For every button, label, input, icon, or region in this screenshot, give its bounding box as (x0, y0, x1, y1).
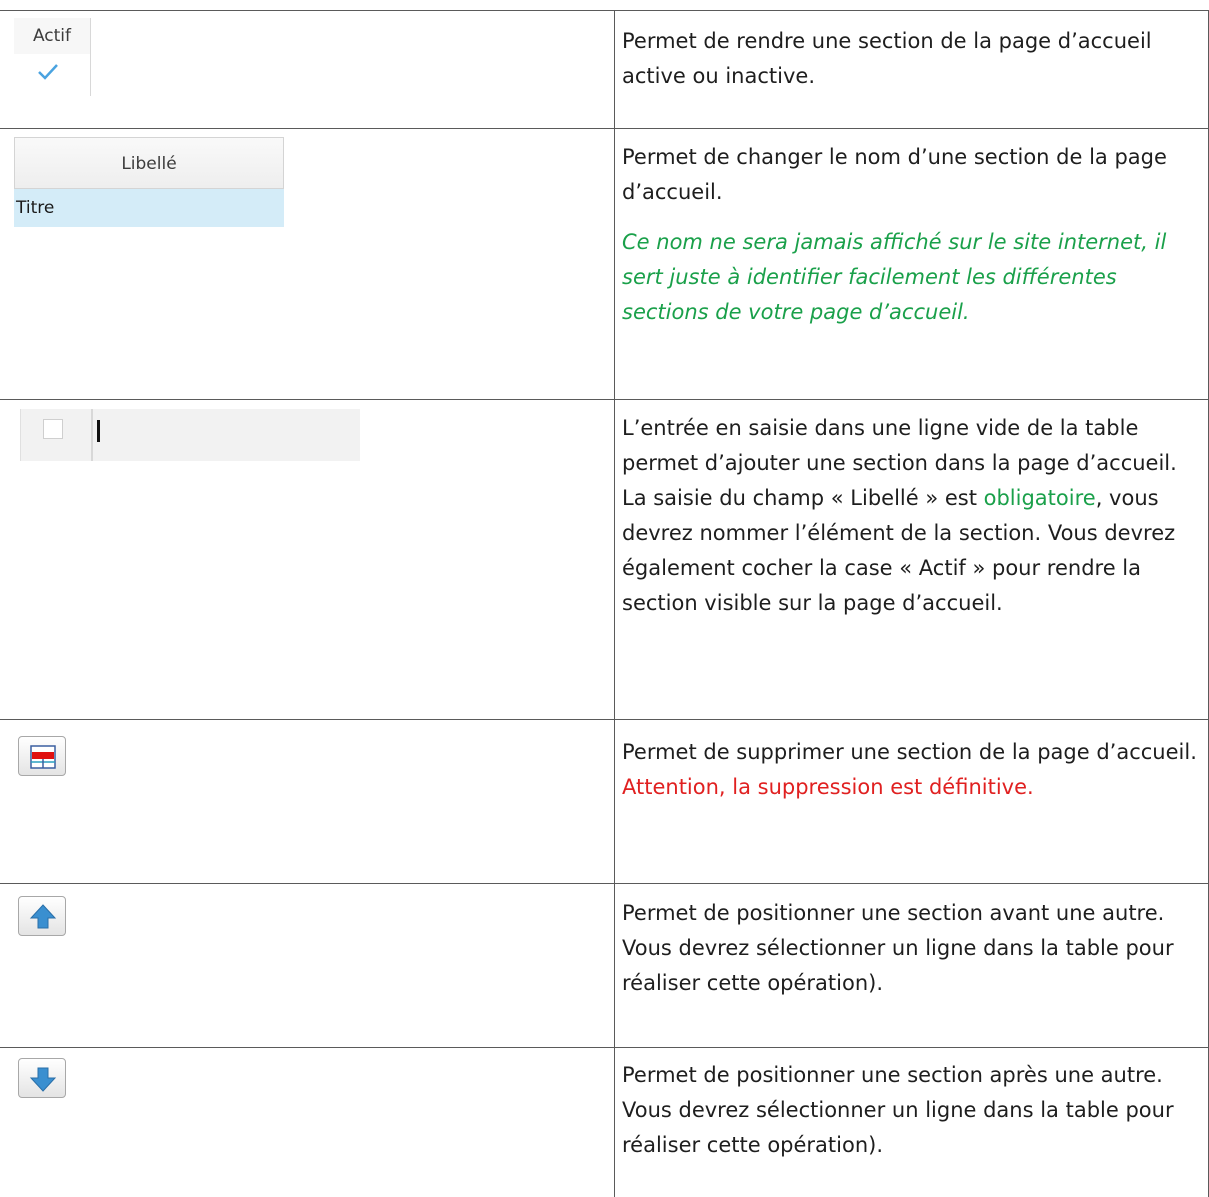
info-note: Ce nom ne sera jamais affiché sur le sit… (622, 230, 1167, 324)
row-description: Permet de rendre une section de la page … (622, 29, 1152, 88)
row-divider (0, 399, 1209, 400)
row-description: L’entrée en saisie dans une ligne vide d… (622, 416, 1177, 615)
delete-row-icon (30, 745, 56, 769)
row-divider (0, 883, 1209, 884)
move-up-button[interactable] (18, 896, 66, 936)
text-cursor (97, 420, 100, 442)
checkmark-icon (38, 64, 58, 80)
row-divider (0, 719, 1209, 720)
row-divider (0, 128, 1209, 129)
required-highlight: obligatoire (983, 486, 1096, 510)
move-down-button[interactable] (18, 1058, 66, 1098)
arrow-down-icon (29, 1067, 57, 1092)
row-description: Permet de changer le nom d’une section d… (622, 140, 1202, 330)
empty-table-row[interactable] (20, 409, 360, 461)
delete-row-button[interactable] (18, 736, 66, 776)
actif-header: Actif (14, 18, 91, 54)
table-border-top (0, 10, 1209, 11)
libelle-cell[interactable]: Titre (14, 189, 284, 227)
row-description: Permet de supprimer une section de la pa… (622, 735, 1202, 805)
row-description: Permet de positionner une section après … (622, 1063, 1174, 1157)
row-checkbox[interactable] (43, 419, 63, 439)
libelle-header: Libellé (14, 137, 284, 189)
actif-cell[interactable] (14, 54, 91, 96)
row-divider (0, 1047, 1209, 1048)
row-description: Permet de positionner une section avant … (622, 901, 1174, 995)
actif-column-preview: Actif (14, 18, 91, 96)
warning-text: Attention, la suppression est définitive… (622, 775, 1034, 799)
column-separator (91, 409, 93, 461)
column-divider (614, 10, 615, 1197)
arrow-up-icon (29, 904, 57, 929)
